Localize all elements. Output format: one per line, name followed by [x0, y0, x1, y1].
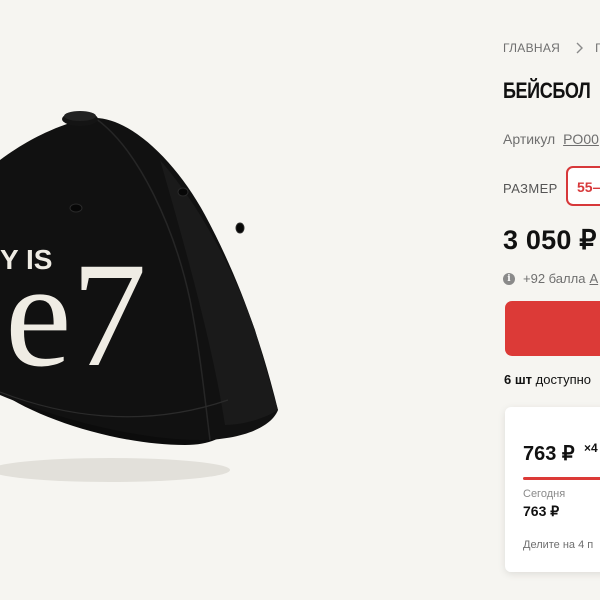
article-label: Артикул: [503, 131, 556, 147]
breadcrumb: ГЛАВНАЯ Г: [503, 41, 600, 55]
breadcrumb-category[interactable]: Г: [595, 41, 600, 55]
chevron-right-icon: [576, 42, 584, 54]
product-page: Y IS e7 ГЛАВНАЯ Г БЕЙСБОЛ Артикул PO00 Р…: [0, 0, 600, 600]
size-label: РАЗМЕР: [503, 181, 558, 196]
installment-multiplier: ×4: [584, 441, 598, 455]
installment-today-label: Сегодня: [523, 488, 566, 500]
product-image[interactable]: Y IS e7: [0, 0, 490, 600]
installment-note: Делите на 4 п: [523, 539, 594, 551]
product-title: БЕЙСБОЛ: [503, 78, 591, 103]
cap-illustration: Y IS e7: [0, 111, 278, 482]
size-option-selected[interactable]: 55–: [566, 166, 600, 206]
bonus-info: i +92 балла А: [503, 271, 598, 286]
installment-progress-bar: [523, 477, 600, 480]
bonus-link[interactable]: А: [589, 271, 598, 286]
stock-info: 6 шт доступно: [504, 372, 591, 387]
installment-today-value: 763 ₽: [523, 503, 560, 519]
info-icon[interactable]: i: [503, 272, 515, 285]
cap-text-large: e7: [5, 232, 147, 398]
installment-price: 763 ₽: [523, 443, 575, 465]
article-info: Артикул PO00: [503, 131, 599, 147]
bonus-text: +92 балла: [523, 271, 586, 286]
article-code[interactable]: PO00: [563, 131, 599, 147]
stock-text: доступно: [535, 372, 592, 387]
breadcrumb-home[interactable]: ГЛАВНАЯ: [503, 41, 560, 55]
installment-card[interactable]: 763 ₽ ×4 Сегодня 763 ₽ Делите на 4 п: [505, 407, 600, 572]
stock-count: 6 шт: [504, 372, 533, 387]
product-price: 3 050 ₽: [503, 225, 597, 255]
add-to-cart-button[interactable]: [505, 301, 600, 356]
